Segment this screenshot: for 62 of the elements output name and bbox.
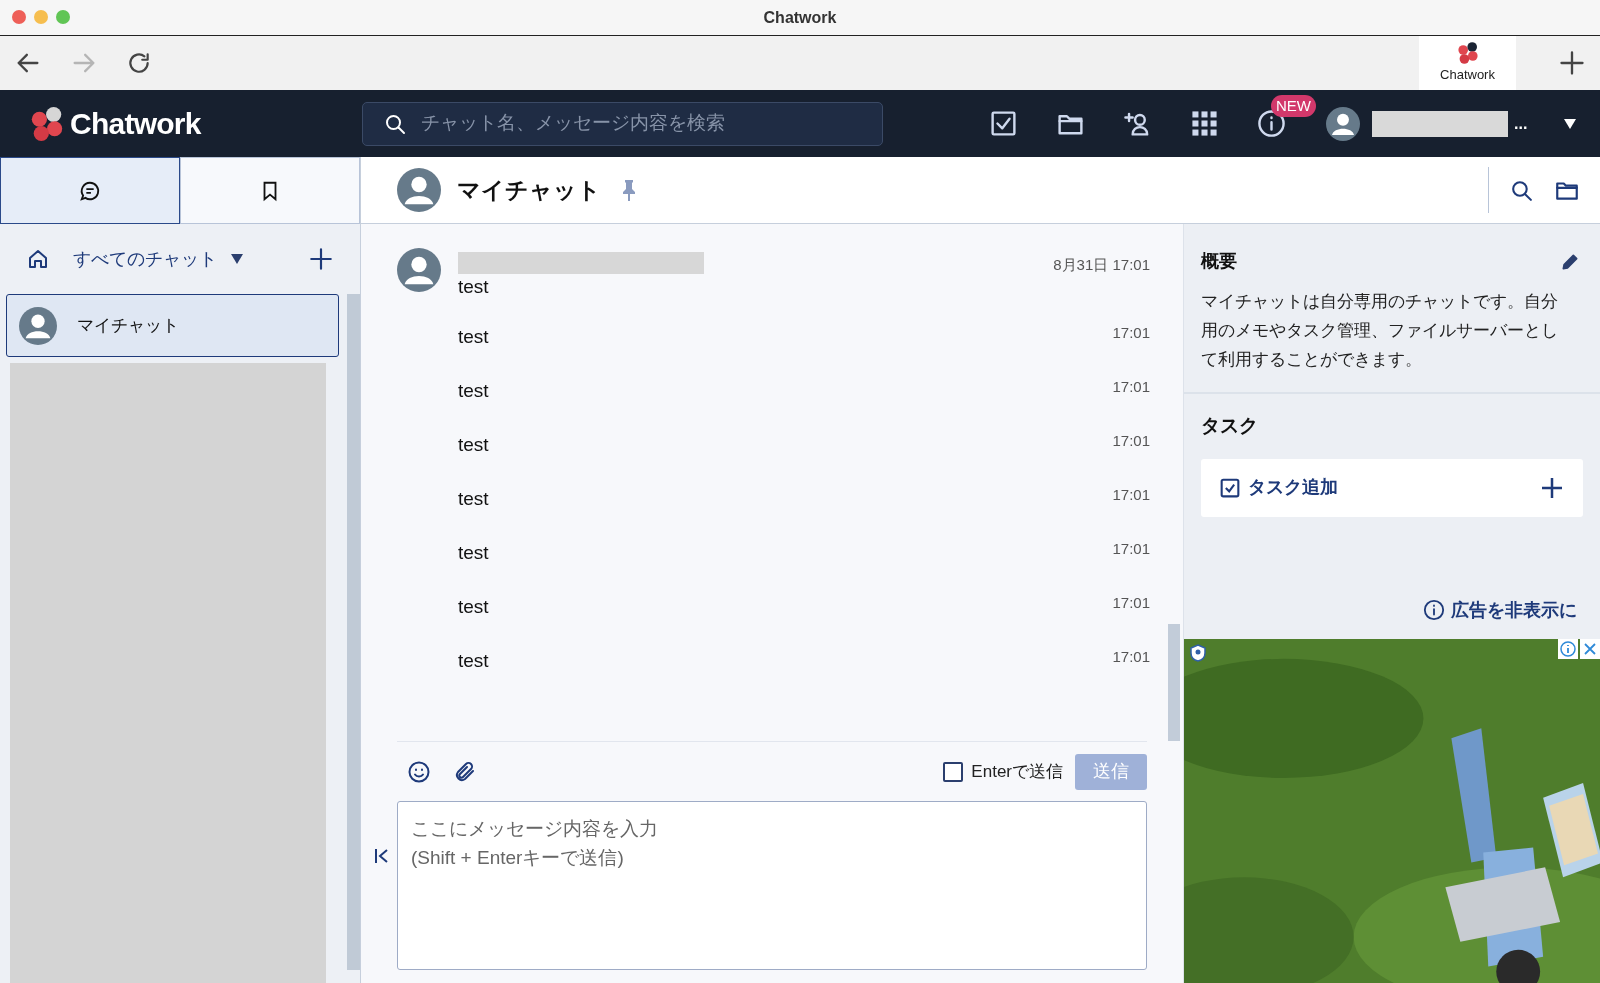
- collapse-panel-icon[interactable]: [375, 848, 389, 864]
- avatar-icon: [397, 248, 441, 292]
- message-text: test: [458, 275, 490, 299]
- avatar-icon: [397, 168, 441, 212]
- message-time: 17:01: [1112, 323, 1150, 343]
- add-task-button[interactable]: タスク追加: [1201, 458, 1583, 517]
- message-text: test: [458, 595, 490, 619]
- window-title: Chatwork: [763, 7, 837, 28]
- paperclip-icon[interactable]: [453, 759, 477, 784]
- task-checkbox-icon[interactable]: [989, 109, 1018, 138]
- home-icon[interactable]: [26, 247, 50, 271]
- room-title: マイチャット: [457, 175, 601, 205]
- logo-icon: [1455, 41, 1480, 66]
- dropdown-caret-icon[interactable]: [1563, 117, 1578, 130]
- message-input[interactable]: ここにメッセージ内容を入力 (Shift + Enterキーで送信): [397, 801, 1147, 970]
- avatar-icon: [19, 306, 57, 345]
- apps-grid-icon[interactable]: [1190, 109, 1219, 138]
- chat-bubble-icon: [79, 179, 101, 202]
- message-text: test: [458, 325, 490, 349]
- message-text: test: [458, 649, 490, 673]
- room-item[interactable]: マイチャット: [6, 294, 339, 357]
- message-text: test: [458, 379, 490, 403]
- search-field[interactable]: チャット名、メッセージ内容を検索: [362, 101, 883, 146]
- task-checkbox-icon: [1220, 477, 1240, 498]
- message-time: 8月31日 17:01: [1053, 255, 1150, 275]
- logo-text: Chatwork: [70, 106, 201, 142]
- info-icon[interactable]: [1257, 109, 1286, 138]
- message-text: test: [458, 487, 490, 511]
- dropdown-caret-icon: [231, 254, 243, 264]
- message-text: test: [458, 433, 490, 457]
- close-window-button[interactable]: [12, 10, 26, 24]
- edit-pencil-icon[interactable]: [1560, 251, 1580, 272]
- chat-filter-dropdown[interactable]: すべてのチャット: [73, 245, 243, 273]
- add-chat-icon[interactable]: [308, 246, 334, 272]
- message-time: 17:01: [1112, 647, 1150, 667]
- scrollbar-thumb[interactable]: [1168, 624, 1180, 741]
- avatar-icon: [1326, 106, 1360, 141]
- new-tab-icon[interactable]: [1558, 49, 1586, 77]
- enter-to-send-checkbox[interactable]: Enterで送信: [943, 758, 1063, 785]
- message-time: 17:01: [1112, 485, 1150, 505]
- plus-icon: [1540, 475, 1564, 500]
- scrollbar-thumb[interactable]: [347, 294, 360, 970]
- new-badge: NEW: [1271, 95, 1316, 117]
- close-icon[interactable]: [1580, 638, 1600, 659]
- pin-icon[interactable]: [621, 179, 637, 201]
- name-ellipsis: ...: [1514, 115, 1528, 132]
- message-time: 17:01: [1112, 377, 1150, 397]
- sidebar-tab[interactable]: [0, 157, 180, 224]
- message-time: 17:01: [1112, 539, 1150, 559]
- message-time: 17:01: [1112, 431, 1150, 451]
- info-icon: [1423, 599, 1445, 621]
- message-time: 17:01: [1112, 593, 1150, 613]
- ad-info-icon[interactable]: [1558, 638, 1578, 659]
- overview-description: マイチャットは自分専用のチャットです。自分用のメモやタスク管理、ファイルサーバーとして利用することができます。: [1201, 291, 1559, 371]
- overview-heading: 概要: [1201, 250, 1237, 273]
- browser-tab[interactable]: Chatwork: [1419, 36, 1516, 90]
- reload-icon[interactable]: [126, 50, 152, 76]
- hide-ads-link[interactable]: 広告を非表示に: [1423, 596, 1577, 624]
- emoji-icon[interactable]: [407, 759, 431, 784]
- message-text: test: [458, 541, 490, 565]
- tasks-heading: タスク: [1201, 414, 1259, 438]
- shield-icon: [1189, 643, 1207, 662]
